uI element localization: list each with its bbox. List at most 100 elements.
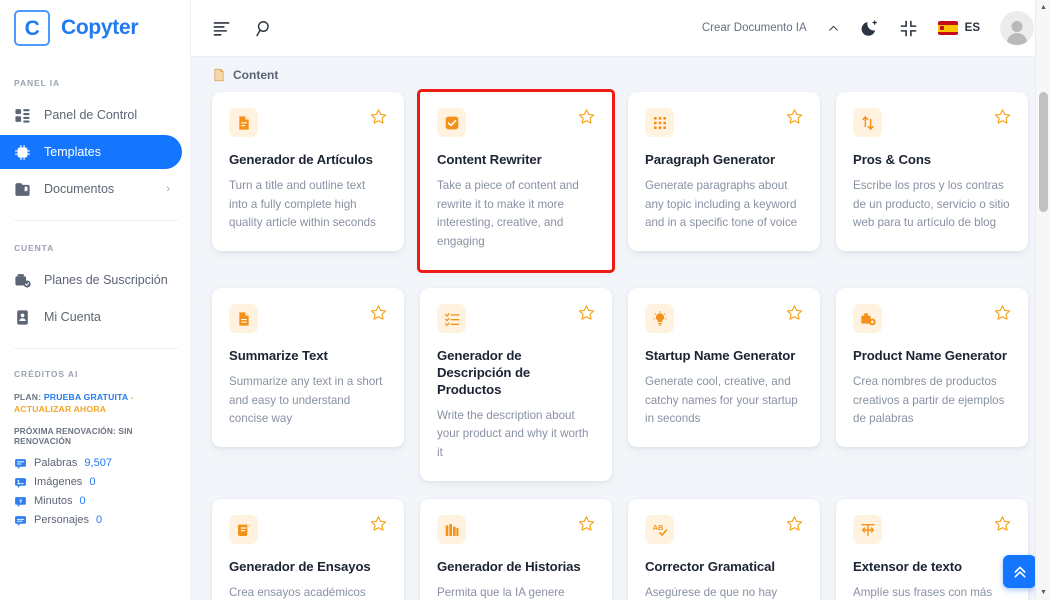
sidebar-item-panel-de-control[interactable]: Panel de Control	[0, 98, 182, 132]
scrollbar-down-arrow[interactable]: ▼	[1036, 585, 1050, 600]
sidebar-divider	[14, 220, 178, 221]
card-header	[853, 304, 1011, 334]
card-title: Extensor de texto	[853, 559, 962, 575]
file-text-icon	[229, 108, 258, 137]
card-header	[645, 304, 803, 334]
card-title: Paragraph Generator	[645, 152, 776, 167]
star-outline-icon[interactable]	[578, 304, 595, 321]
star-outline-icon[interactable]	[994, 515, 1011, 532]
account-card-icon	[14, 309, 31, 326]
language-code: ES	[964, 22, 980, 34]
sidebar-item-documentos[interactable]: Documentos ›	[0, 172, 182, 206]
images-icon	[14, 476, 27, 489]
plan-prefix: PLAN:	[14, 392, 42, 402]
create-document-ia-button[interactable]: Crear Documento IA	[702, 22, 807, 34]
sidebar-item-label: Templates	[44, 145, 101, 159]
list-check-icon	[437, 304, 466, 334]
topbar-left	[212, 19, 274, 38]
file-summary-icon	[229, 304, 258, 334]
plan-separator: -	[130, 392, 134, 402]
template-card-generador-de-ensayos[interactable]: Generador de Ensayos Crea ensayos académ…	[212, 499, 404, 600]
template-card-pros-and-cons[interactable]: Pros & Cons Escribe los pros y los contr…	[836, 92, 1028, 252]
credit-label: Palabras	[34, 457, 78, 470]
chevron-up-icon[interactable]	[827, 22, 840, 35]
card-title: Product Name Generator	[853, 348, 1007, 364]
star-outline-icon[interactable]	[370, 108, 387, 125]
template-card-generador-de-descripcion-de-productos[interactable]: Generador de Descripción de Productos Wr…	[420, 288, 612, 482]
sidebar-item-planes-de-suscripcion[interactable]: Planes de Suscripción	[0, 263, 182, 297]
topbar-right: Crear Documento IA ES	[702, 11, 1034, 45]
card-description: Take a piece of content and rewrite it t…	[437, 178, 579, 249]
credit-label: Personajes	[34, 514, 90, 527]
template-card-content-rewriter[interactable]: Content Rewriter Take a piece of content…	[417, 88, 615, 274]
user-avatar[interactable]	[1000, 11, 1034, 45]
sidebar-item-templates[interactable]: Templates	[0, 135, 182, 169]
menu-align-icon[interactable]	[212, 19, 231, 38]
star-outline-icon[interactable]	[370, 304, 387, 321]
card-header	[853, 515, 1011, 545]
template-card-extensor-de-texto[interactable]: Extensor de texto Amplíe sus frases con …	[836, 499, 1028, 600]
collapse-screen-icon[interactable]	[899, 19, 918, 38]
template-card-generador-de-articulos[interactable]: Generador de Artículos Turn a title and …	[212, 92, 404, 252]
templates-grid: Generador de Artículos Turn a title and …	[212, 88, 1028, 600]
card-title: Generador de Ensayos	[229, 559, 371, 575]
card-description: Write the description about your product…	[437, 408, 589, 460]
star-outline-icon[interactable]	[578, 108, 595, 125]
scrollbar-up-arrow[interactable]: ▲	[1036, 0, 1050, 15]
card-header	[437, 304, 595, 334]
dashboard-icon	[14, 107, 31, 124]
plan-name: PRUEBA GRATUITA	[43, 392, 129, 402]
card-header	[437, 108, 595, 137]
svg-text:AB: AB	[652, 523, 663, 532]
template-card-paragraph-generator[interactable]: Paragraph Generator Generate paragraphs …	[628, 92, 820, 252]
credit-value: 0	[79, 495, 86, 508]
star-outline-icon[interactable]	[994, 304, 1011, 321]
template-card-corrector-gramatical[interactable]: AB Corrector Gramatical Asegúrese de que…	[628, 499, 820, 600]
credit-label: Imágenes	[34, 476, 83, 489]
star-outline-icon[interactable]	[786, 108, 803, 125]
chevron-right-icon: ›	[166, 183, 170, 195]
card-header	[437, 515, 595, 545]
document-icon	[212, 68, 226, 82]
topbar: Crear Documento IA ES	[190, 0, 1050, 56]
sidebar-item-label: Documentos	[44, 182, 115, 196]
credit-row-palabras: Palabras 9,507	[14, 454, 176, 473]
moon-icon[interactable]	[860, 19, 879, 38]
card-title: Generador de Artículos	[229, 152, 373, 167]
content-area: Content Generador de Artículos Turn a ti…	[190, 56, 1050, 600]
sidebar-item-label: Panel de Control	[44, 108, 138, 122]
language-selector[interactable]: ES	[937, 21, 980, 35]
card-title: Generador de Historias	[437, 559, 581, 575]
template-card-summarize-text[interactable]: Summarize Text Summarize any text in a s…	[212, 288, 404, 448]
main-area: Crear Documento IA ES Content Generador …	[190, 0, 1050, 600]
star-outline-icon[interactable]	[786, 515, 803, 532]
sidebar-item-mi-cuenta[interactable]: Mi Cuenta	[0, 300, 182, 334]
plan-line: PLAN: PRUEBA GRATUITA - ACTUALIZAR AHORA	[14, 391, 176, 416]
card-description: Escribe los pros y los contras de un pro…	[853, 178, 1010, 230]
star-outline-icon[interactable]	[786, 304, 803, 321]
credit-row-personajes: Personajes 0	[14, 511, 176, 530]
credit-value: 0	[96, 514, 103, 527]
brand-logo[interactable]: C Copyter	[0, 0, 190, 56]
sidebar-item-label: Planes de Suscripción	[44, 273, 168, 287]
search-icon[interactable]	[255, 19, 274, 38]
star-outline-icon[interactable]	[994, 108, 1011, 125]
card-title: Summarize Text	[229, 348, 328, 364]
chip-ai-icon	[14, 144, 31, 161]
star-outline-icon[interactable]	[370, 515, 387, 532]
template-card-product-name-generator[interactable]: Product Name Generator Crea nombres de p…	[836, 288, 1028, 448]
breadcrumb-label: Content	[233, 68, 279, 82]
subscription-icon	[14, 272, 31, 289]
credits-label: CRÉDITOS AI	[14, 369, 79, 379]
browser-scrollbar[interactable]: ▲ ▼	[1035, 0, 1050, 600]
scroll-to-top-button[interactable]	[1003, 555, 1036, 588]
scrollbar-thumb[interactable]	[1039, 92, 1048, 212]
lightbulb-icon	[645, 304, 674, 334]
card-header	[853, 108, 1011, 137]
template-card-generador-de-historias[interactable]: Generador de Historias Permita que la IA…	[420, 499, 612, 600]
plan-upgrade-link[interactable]: ACTUALIZAR AHORA	[14, 404, 106, 414]
card-title: Content Rewriter	[437, 152, 542, 167]
star-outline-icon[interactable]	[578, 515, 595, 532]
template-card-startup-name-generator[interactable]: Startup Name Generator Generate cool, cr…	[628, 288, 820, 448]
sidebar: C Copyter PANEL IA Panel de Control Temp…	[0, 0, 190, 600]
